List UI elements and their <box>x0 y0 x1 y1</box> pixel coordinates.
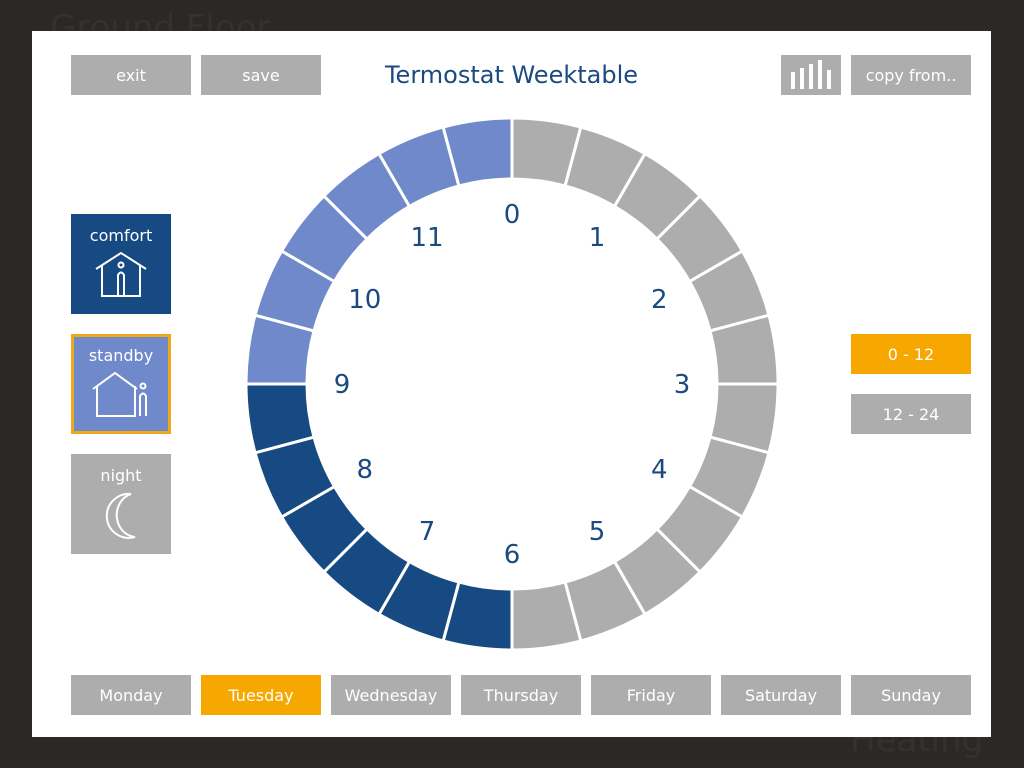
clock-dial: 0 1 2 3 4 5 6 7 8 9 10 11 <box>244 116 780 652</box>
hour-label: 5 <box>589 517 606 547</box>
hour-label: 8 <box>357 455 374 485</box>
hour-label: 4 <box>651 455 668 485</box>
hour-label: 3 <box>674 370 691 400</box>
hour-label: 6 <box>504 540 521 570</box>
house-person-outside-icon <box>92 371 147 417</box>
hour-label: 1 <box>589 223 606 253</box>
day-tab-sunday[interactable]: Sunday <box>851 675 971 715</box>
bar-chart-icon <box>791 60 831 89</box>
weektable-dialog: exit save Termostat Weektable copy from.… <box>32 31 991 737</box>
mode-label: comfort <box>89 226 153 245</box>
mode-comfort[interactable]: comfort <box>71 214 171 314</box>
mode-standby[interactable]: standby <box>71 334 171 434</box>
day-tab-wednesday[interactable]: Wednesday <box>331 675 451 715</box>
hour-label: 11 <box>410 223 443 253</box>
hour-label: 10 <box>348 285 381 315</box>
day-tab-friday[interactable]: Friday <box>591 675 711 715</box>
house-person-inside-icon <box>95 251 147 297</box>
mode-label: night <box>100 466 142 485</box>
day-tab-tuesday[interactable]: Tuesday <box>201 675 321 715</box>
range-0-12-button[interactable]: 0 - 12 <box>851 334 971 374</box>
day-tab-thursday[interactable]: Thursday <box>461 675 581 715</box>
day-tab-monday[interactable]: Monday <box>71 675 191 715</box>
page-title: Termostat Weektable <box>384 61 639 89</box>
day-tab-saturday[interactable]: Saturday <box>721 675 841 715</box>
mode-label: standby <box>88 346 154 365</box>
mode-night[interactable]: night <box>71 454 171 554</box>
chart-button[interactable] <box>781 55 841 95</box>
hour-label: 7 <box>419 517 436 547</box>
hour-label: 0 <box>504 200 521 230</box>
copy-from-button[interactable]: copy from.. <box>851 55 971 95</box>
range-12-24-button[interactable]: 12 - 24 <box>851 394 971 434</box>
hour-label: 9 <box>334 370 351 400</box>
moon-icon <box>105 492 136 539</box>
hour-label: 2 <box>651 285 668 315</box>
